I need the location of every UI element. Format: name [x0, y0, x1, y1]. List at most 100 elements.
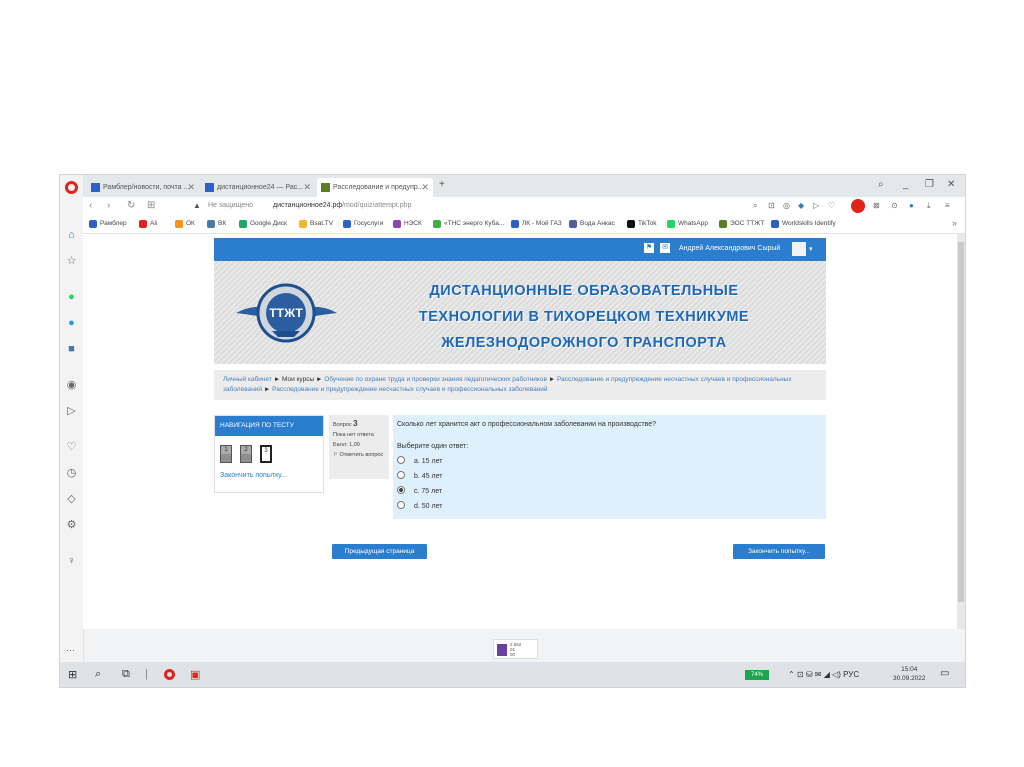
breadcrumb-home[interactable]: Личный кабинет [223, 376, 272, 383]
cube-icon[interactable]: ◇ [65, 493, 78, 506]
chevron-down-icon[interactable]: ▾ [809, 245, 813, 253]
player-icon[interactable]: ◉ [65, 379, 78, 392]
close-window-icon[interactable]: ✕ [947, 179, 955, 190]
bookmark-item[interactable]: Рамблер [89, 220, 127, 228]
snapshot-icon[interactable]: ⊡ [768, 201, 775, 210]
vertical-scrollbar[interactable] [957, 234, 965, 629]
tab-rambler[interactable]: Рамблер/новости, почта ... ✕ [87, 178, 199, 197]
bookmark-item[interactable]: ОК [175, 220, 195, 228]
extensions-icon[interactable]: ⊠ [873, 201, 880, 210]
zoom-icon[interactable]: ⌕ [753, 201, 757, 211]
download-popup[interactable]: 2 652 01 00 [493, 639, 538, 659]
language-indicator[interactable]: РУС [843, 670, 859, 679]
camera-icon[interactable]: ◎ [783, 201, 790, 210]
radio-button[interactable] [397, 501, 405, 509]
bookmarks-more-icon[interactable]: » [952, 218, 957, 228]
tab-current[interactable]: Расследование и предупр... ✕ [317, 178, 433, 197]
bookmark-favicon-icon [511, 220, 519, 228]
notifications-icon[interactable]: ⚑ [644, 243, 654, 253]
messages-icon[interactable]: ✉ [660, 243, 670, 253]
heart-icon[interactable]: ♡ [65, 441, 78, 454]
clock[interactable]: 15:04 30.09.2022 [893, 665, 926, 683]
avatar[interactable] [792, 242, 806, 256]
profile-icon[interactable]: ● [909, 201, 914, 210]
radio-button[interactable] [397, 456, 405, 464]
windows-start-icon[interactable]: ⊞ [68, 668, 77, 681]
opera-taskbar-icon[interactable] [164, 669, 175, 680]
answer-option-c[interactable]: c. 75 лет [397, 486, 442, 495]
task-view-icon[interactable]: ⧉ [122, 668, 130, 681]
bookmark-item[interactable]: Вода Анкас [569, 220, 615, 228]
notifications-icon[interactable]: ▭ [940, 668, 949, 679]
whatsapp-icon[interactable]: ● [65, 291, 78, 304]
tab-label: дистанционное24 — Рас... [217, 184, 304, 191]
bookmark-item[interactable]: TikTok [627, 220, 657, 228]
answer-option-b[interactable]: b. 45 лет [397, 471, 442, 480]
battery-indicator[interactable]: 74% [745, 670, 769, 680]
bookmark-item[interactable]: WhatsApp [667, 220, 708, 228]
answer-option-d[interactable]: d. 50 лет [397, 501, 442, 510]
app-taskbar-icon[interactable]: ▣ [190, 668, 200, 681]
home-icon[interactable]: ⌂ [65, 229, 78, 242]
opera-extension-icon[interactable] [851, 199, 865, 213]
search-icon[interactable]: ⌕ [95, 668, 101, 681]
bookmark-item[interactable]: Ali [139, 220, 157, 228]
bookmark-item[interactable]: ВК [207, 220, 226, 228]
finish-attempt-button[interactable]: Закончить попытку... [733, 544, 825, 559]
bookmark-item[interactable]: Госуслуги [343, 220, 383, 228]
url-field[interactable]: дистанционное24.рф/mod/quiz/attempt.php [273, 202, 411, 209]
opera-logo-icon[interactable] [65, 181, 78, 194]
bookmark-label: ОК [186, 220, 195, 227]
heart-icon[interactable]: ♡ [828, 201, 835, 210]
system-tray[interactable]: ⌃ ⊡ ⛁ ✉ ◢ ◁) РУС [788, 670, 859, 679]
previous-page-button[interactable]: Предыдущая страница [332, 544, 427, 559]
more-icon[interactable]: ··· [66, 645, 75, 655]
minimize-icon[interactable]: _ [903, 179, 909, 190]
easy-setup-icon[interactable]: ⊙ [891, 201, 898, 210]
star-icon[interactable]: ☆ [65, 255, 78, 268]
bookmark-item[interactable]: Bsat.TV [299, 220, 333, 228]
finish-attempt-link[interactable]: Закончить попытку... [220, 472, 287, 479]
new-tab-icon[interactable]: + [439, 179, 445, 190]
breadcrumb: Личный кабинет ► Мои курсы ► Обучение по… [214, 370, 826, 400]
close-tab-icon[interactable]: ✕ [187, 178, 195, 197]
radio-button-selected[interactable] [397, 486, 405, 494]
telegram-icon[interactable]: ● [65, 317, 78, 330]
close-tab-icon[interactable]: ✕ [303, 178, 311, 197]
reload-icon[interactable]: ↻ [127, 200, 135, 211]
breadcrumb-my-courses[interactable]: Мои курсы [282, 376, 314, 383]
speed-dial-icon[interactable]: ⊞ [147, 200, 155, 211]
radio-button[interactable] [397, 471, 405, 479]
menu-icon[interactable]: ≡ [945, 201, 950, 210]
vk-icon[interactable]: ■ [65, 343, 78, 356]
forward-icon[interactable]: › [107, 200, 110, 211]
scrollbar-thumb[interactable] [958, 242, 964, 602]
user-name[interactable]: Андрей Александрович Сырый [679, 245, 780, 252]
bookmark-item[interactable]: ЛК - Мой ГАЗ [511, 220, 562, 228]
settings-icon[interactable]: ⚙ [65, 519, 78, 532]
search-icon[interactable]: ⌕ [878, 179, 884, 190]
play-icon[interactable]: ▷ [813, 201, 819, 210]
bookmark-item[interactable]: НЭСК [393, 220, 422, 228]
bookmark-item[interactable]: ЭОС ТТЖТ [719, 220, 764, 228]
answer-option-a[interactable]: a. 15 лет [397, 456, 442, 465]
send-icon[interactable]: ▷ [65, 405, 78, 418]
restore-icon[interactable]: ❐ [925, 179, 934, 190]
tab-distance[interactable]: дистанционное24 — Рас... ✕ [201, 178, 315, 197]
quiz-nav-button-1[interactable]: 1 [220, 445, 232, 463]
breadcrumb-page[interactable]: Расследование и предупреждение несчастны… [272, 386, 547, 393]
flag-question[interactable]: ⚐ Отметить вопрос [333, 450, 385, 460]
lightbulb-icon[interactable]: ♀ [65, 555, 78, 568]
back-icon[interactable]: ‹ [89, 200, 92, 211]
download-icon[interactable]: ⤓ [927, 201, 931, 211]
close-tab-icon[interactable]: ✕ [421, 178, 429, 197]
quiz-nav-button-3[interactable]: 3 [260, 445, 272, 463]
bookmark-item[interactable]: Worldskills Identify [771, 220, 836, 228]
history-icon[interactable]: ◷ [65, 467, 78, 480]
shield-icon[interactable]: ◆ [798, 201, 804, 210]
bookmark-item[interactable]: «ТНС энерго Куба... [433, 220, 504, 228]
bookmark-item[interactable]: Google Диск [239, 220, 287, 228]
warning-icon[interactable]: ▲ [193, 201, 201, 210]
breadcrumb-course[interactable]: Обучение по охране труда и проверки знан… [324, 376, 547, 383]
quiz-nav-button-2[interactable]: 2 [240, 445, 252, 463]
